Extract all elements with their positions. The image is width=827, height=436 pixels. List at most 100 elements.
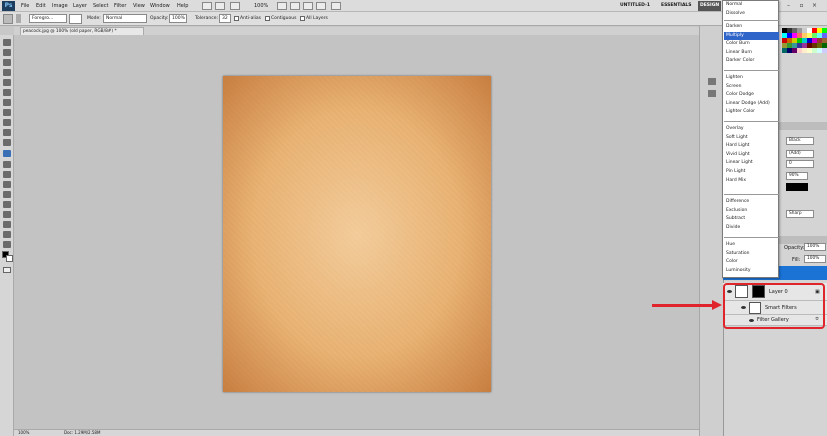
document-tab[interactable]: peacock.jpg @ 100% (old paper, RGB/8#) * bbox=[20, 27, 144, 35]
opacity-input[interactable]: 100% bbox=[169, 14, 187, 23]
blend-normal[interactable]: Normal bbox=[724, 1, 779, 10]
arrange-documents-icon[interactable] bbox=[316, 2, 326, 10]
workspace-untitled[interactable]: UNTITLED-1 bbox=[620, 1, 650, 11]
close-icon[interactable]: × bbox=[810, 1, 819, 10]
tool-preset-arrow-icon[interactable] bbox=[16, 14, 21, 23]
menu-layer[interactable]: Layer bbox=[73, 0, 87, 12]
blend-lighten[interactable]: Lighten bbox=[724, 74, 779, 83]
info-panel-icon[interactable] bbox=[708, 90, 716, 97]
zoom-tool-icon[interactable] bbox=[3, 241, 11, 248]
minimize-icon[interactable]: – bbox=[784, 1, 793, 10]
blur-tool-icon[interactable] bbox=[3, 161, 11, 168]
anti-alias-method-field[interactable]: Sharp bbox=[786, 210, 814, 218]
menu-view[interactable]: View bbox=[133, 0, 145, 12]
menu-help[interactable]: Help bbox=[177, 0, 188, 12]
blend-pin-light[interactable]: Pin Light bbox=[724, 168, 779, 177]
crop-tool-icon[interactable] bbox=[3, 79, 11, 86]
clone-stamp-tool-icon[interactable] bbox=[3, 119, 11, 126]
workspace-design[interactable]: DESIGN bbox=[698, 1, 722, 11]
scale-field[interactable]: 90% bbox=[786, 172, 808, 180]
dodge-tool-icon[interactable] bbox=[3, 171, 11, 178]
rotate-view-icon[interactable] bbox=[303, 2, 313, 10]
path-selection-tool-icon[interactable] bbox=[3, 201, 11, 208]
paint-bucket-tool-icon[interactable] bbox=[3, 150, 11, 157]
blend-subtract[interactable]: Subtract bbox=[724, 215, 779, 224]
screen-mode-icon[interactable] bbox=[331, 2, 341, 10]
fill-source-select[interactable]: Foregro... bbox=[29, 14, 67, 23]
blend-vivid-light[interactable]: Vivid Light bbox=[724, 151, 779, 160]
eyedropper-tool-icon[interactable] bbox=[3, 89, 11, 96]
font-style-field[interactable]: (Add) bbox=[786, 150, 814, 158]
3d-rotate-tool-icon[interactable] bbox=[3, 221, 11, 228]
contiguous-checkbox[interactable] bbox=[265, 16, 270, 21]
contiguous-label: Contiguous bbox=[271, 16, 297, 21]
blend-luminosity[interactable]: Luminosity bbox=[724, 267, 779, 276]
all-layers-checkbox[interactable] bbox=[300, 16, 305, 21]
move-tool-icon[interactable] bbox=[3, 39, 11, 46]
brush-tool-icon[interactable] bbox=[3, 109, 11, 116]
blend-darker-color[interactable]: Darker Color bbox=[724, 57, 779, 66]
anti-alias-checkbox[interactable] bbox=[234, 16, 239, 21]
blend-linear-light[interactable]: Linear Light bbox=[724, 159, 779, 168]
font-color-field[interactable]: Black bbox=[786, 137, 814, 145]
hand-tool-icon[interactable] bbox=[277, 2, 287, 10]
background-color-swatch[interactable] bbox=[6, 255, 13, 262]
blend-color-dodge[interactable]: Color Dodge bbox=[724, 91, 779, 100]
blend-hard-mix[interactable]: Hard Mix bbox=[724, 177, 779, 186]
mode-select[interactable]: Normal bbox=[103, 14, 147, 23]
blend-divide[interactable]: Divide bbox=[724, 224, 779, 233]
blend-hard-light[interactable]: Hard Light bbox=[724, 142, 779, 151]
workspace-essentials[interactable]: ESSENTIALS bbox=[661, 1, 692, 11]
separator bbox=[724, 121, 779, 122]
quick-mask-icon[interactable] bbox=[3, 267, 11, 273]
pen-tool-icon[interactable] bbox=[3, 181, 11, 188]
blend-multiply[interactable]: Multiply bbox=[724, 31, 779, 41]
blend-lighter-color[interactable]: Lighter Color bbox=[724, 108, 779, 117]
lasso-tool-icon[interactable] bbox=[3, 59, 11, 66]
blend-color-burn[interactable]: Color Burn bbox=[724, 40, 779, 49]
blend-screen[interactable]: Screen bbox=[724, 83, 779, 92]
bridge-icon[interactable] bbox=[202, 2, 212, 10]
tolerance-input[interactable]: 32 bbox=[219, 14, 231, 23]
menu-select[interactable]: Select bbox=[93, 0, 108, 12]
blend-difference[interactable]: Difference bbox=[724, 198, 779, 207]
old-paper-image[interactable] bbox=[223, 76, 491, 392]
blend-soft-light[interactable]: Soft Light bbox=[724, 134, 779, 143]
blend-saturation[interactable]: Saturation bbox=[724, 250, 779, 259]
blend-color[interactable]: Color bbox=[724, 258, 779, 267]
status-zoom[interactable]: 100% bbox=[18, 430, 29, 436]
blend-hue[interactable]: Hue bbox=[724, 241, 779, 250]
pattern-picker[interactable] bbox=[69, 14, 82, 24]
blend-darken[interactable]: Darken bbox=[724, 23, 779, 32]
healing-brush-tool-icon[interactable] bbox=[3, 99, 11, 106]
mini-bridge-icon[interactable] bbox=[215, 2, 225, 10]
history-panel-icon[interactable] bbox=[708, 78, 716, 85]
layer-opacity-input[interactable]: 100% bbox=[804, 243, 826, 251]
hand-tool-icon[interactable] bbox=[3, 231, 11, 238]
swatches-grid[interactable] bbox=[782, 28, 827, 78]
quick-selection-tool-icon[interactable] bbox=[3, 69, 11, 76]
restore-icon[interactable]: ▫ bbox=[797, 1, 806, 10]
blend-linear-dodge[interactable]: Linear Dodge (Add) bbox=[724, 100, 779, 109]
extras-icon[interactable] bbox=[230, 2, 240, 10]
blend-dissolve[interactable]: Dissolve bbox=[724, 10, 779, 19]
layer-fill-input[interactable]: 100% bbox=[804, 255, 826, 263]
blend-exclusion[interactable]: Exclusion bbox=[724, 207, 779, 216]
shape-tool-icon[interactable] bbox=[3, 211, 11, 218]
menu-edit[interactable]: Edit bbox=[36, 0, 46, 12]
menu-file[interactable]: File bbox=[21, 0, 29, 12]
app-zoom-value[interactable]: 100% bbox=[254, 0, 268, 12]
blend-overlay[interactable]: Overlay bbox=[724, 125, 779, 134]
menu-image[interactable]: Image bbox=[52, 0, 68, 12]
zoom-tool-icon[interactable] bbox=[290, 2, 300, 10]
marquee-tool-icon[interactable] bbox=[3, 49, 11, 56]
paint-bucket-icon[interactable] bbox=[3, 14, 13, 24]
menu-window[interactable]: Window bbox=[150, 0, 170, 12]
eraser-tool-icon[interactable] bbox=[3, 139, 11, 146]
menu-filter[interactable]: Filter bbox=[114, 0, 126, 12]
text-color-swatch[interactable] bbox=[786, 183, 808, 191]
type-tool-icon[interactable] bbox=[3, 191, 11, 198]
history-brush-tool-icon[interactable] bbox=[3, 129, 11, 136]
tracking-field[interactable]: 0 bbox=[786, 160, 814, 168]
blend-linear-burn[interactable]: Linear Burn bbox=[724, 49, 779, 58]
